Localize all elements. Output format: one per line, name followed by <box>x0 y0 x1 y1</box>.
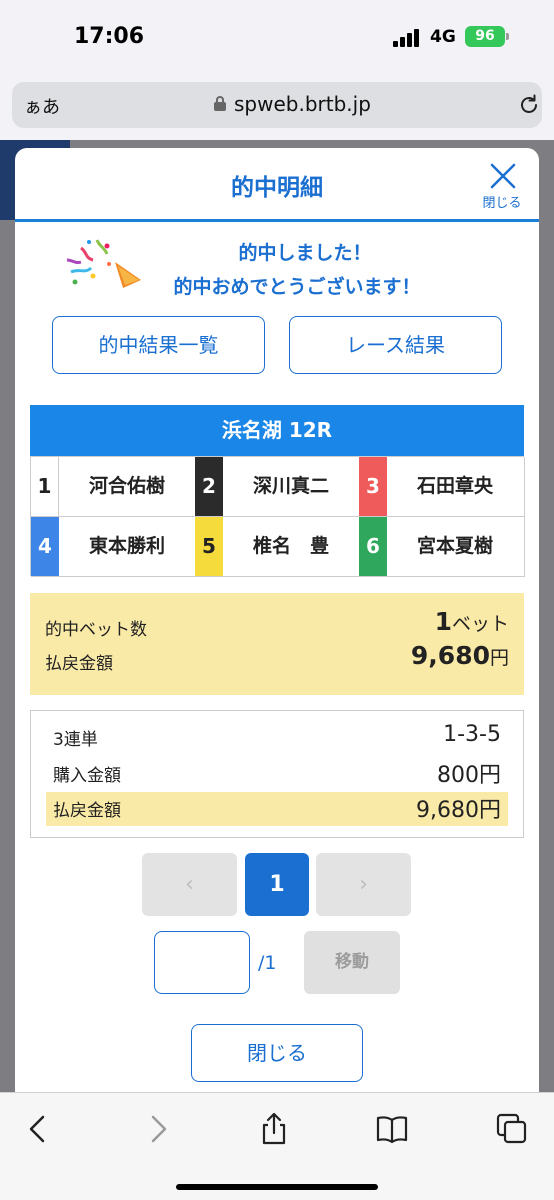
detail-payout-amount: 9,680円 <box>416 798 501 823</box>
racer-cell: 2 深川真二 <box>195 457 360 517</box>
racer-name: 椎名 豊 <box>252 535 329 557</box>
racer-name: 宮本夏樹 <box>416 535 493 557</box>
racer-number: 3 <box>359 457 387 516</box>
signal-icon <box>393 29 423 47</box>
racer-number: 5 <box>195 517 223 576</box>
race-result-button[interactable]: レース結果 <box>289 316 502 374</box>
hit-message-line1: 的中しました！ <box>238 242 372 264</box>
bet-detail: 3連単 1-3-5 購入金額 800円 払戻金額 9,680円 <box>30 710 524 838</box>
results-list-button[interactable]: 的中結果一覧 <box>52 316 265 374</box>
purchase-amount: 800円 <box>437 763 501 788</box>
hit-summary: 的中ベット数 1ベット 払戻金額 9,680円 <box>30 593 524 695</box>
racer-number: 4 <box>31 517 59 576</box>
text-size-button[interactable]: ぁあ <box>24 93 60 119</box>
payout-amount: 9,680 <box>410 641 490 670</box>
status-bar: 17:06 4G 96 <box>0 0 554 74</box>
lock-icon <box>214 96 226 111</box>
racer-cell: 4 東本勝利 <box>31 517 196 577</box>
bet-count-label: 的中ベット数 <box>45 620 147 640</box>
racer-cell: 6 宮本夏樹 <box>359 517 525 577</box>
racer-name: 深川真二 <box>252 475 329 497</box>
racer-cell: 5 椎名 豊 <box>195 517 360 577</box>
reload-icon[interactable] <box>518 94 540 116</box>
racer-number: 2 <box>195 457 223 516</box>
racer-number: 1 <box>31 457 59 516</box>
combination: 1-3-5 <box>443 722 501 747</box>
modal-title: 的中明細 <box>231 175 323 201</box>
clock: 17:06 <box>74 24 145 49</box>
detail-payout-label: 払戻金額 <box>53 801 121 821</box>
modal-header: 的中明細 閉じる <box>15 148 539 222</box>
tabs-icon[interactable] <box>494 1111 530 1147</box>
bookmarks-icon[interactable] <box>374 1111 410 1147</box>
home-indicator <box>176 1184 378 1190</box>
bet-type: 3連単 <box>53 730 98 750</box>
battery-icon: 96 <box>465 26 509 47</box>
racer-name: 河合佑樹 <box>88 475 165 497</box>
forward-icon[interactable] <box>140 1111 176 1147</box>
address-bar[interactable]: ぁあ spweb.brtb.jp <box>12 82 542 128</box>
purchase-label: 購入金額 <box>53 766 121 786</box>
prev-page-button[interactable]: ‹ <box>142 853 237 916</box>
page-total: /1 <box>258 952 277 974</box>
next-page-button[interactable]: › <box>316 853 411 916</box>
race-title: 浜名湖 12R <box>30 405 524 456</box>
racer-cell: 3 石田章央 <box>359 457 525 517</box>
racer-grid: 1 河合佑樹 2 深川真二 3 石田章央 4 東本勝利 5 椎名 豊 6 宮本夏… <box>30 456 525 577</box>
payout-label: 払戻金額 <box>45 654 113 674</box>
racer-name: 東本勝利 <box>88 535 165 557</box>
close-button[interactable]: 閉じる <box>191 1024 363 1082</box>
yen-unit: 円 <box>489 647 509 669</box>
page-number-input[interactable] <box>154 931 250 994</box>
close-label[interactable]: 閉じる <box>477 192 527 211</box>
share-icon[interactable] <box>256 1111 292 1147</box>
current-page-button[interactable]: 1 <box>245 853 309 916</box>
move-button[interactable]: 移動 <box>304 931 400 994</box>
network-type: 4G <box>430 27 456 47</box>
url-text[interactable]: spweb.brtb.jp <box>234 92 371 116</box>
hit-message-line2: 的中おめでとうございます！ <box>173 276 421 298</box>
racer-cell: 1 河合佑樹 <box>31 457 196 517</box>
hit-detail-modal: 的中明細 閉じる 的中しました！ 的中おめでとうございます！ 的中結果一覧 レー… <box>15 148 539 1092</box>
racer-name: 石田章央 <box>416 475 493 497</box>
bet-unit: ベット <box>451 613 509 635</box>
bet-count: 1 <box>434 607 452 636</box>
back-icon[interactable] <box>20 1111 56 1147</box>
payout-value: 9,680円 <box>411 641 509 670</box>
bet-count-value: 1ベット <box>435 607 509 636</box>
racer-number: 6 <box>359 517 387 576</box>
close-icon[interactable] <box>489 162 517 190</box>
party-popper-icon <box>66 239 141 288</box>
